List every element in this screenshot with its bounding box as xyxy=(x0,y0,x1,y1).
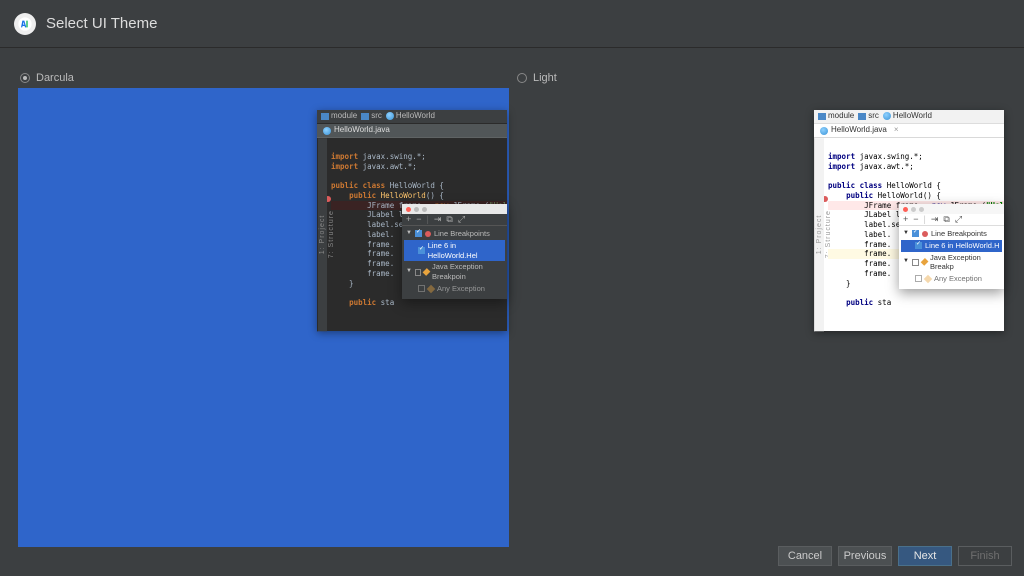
tool-window-tabs: 1: Project 7: Structure xyxy=(814,138,824,331)
editor-tab: HelloWorld.java× xyxy=(814,124,1004,138)
radio-darcula[interactable] xyxy=(20,73,30,83)
theme-option-light[interactable]: Light module src HelloWorld HelloWorld.j… xyxy=(517,72,1004,538)
popup-toolbar: + − | ⇥ ⧉ ⤢ xyxy=(899,214,1004,226)
editor-tab: HelloWorld.java xyxy=(317,124,507,138)
cancel-button[interactable]: Cancel xyxy=(778,546,832,566)
previous-button[interactable]: Previous xyxy=(838,546,892,566)
theme-label-light: Light xyxy=(533,72,557,84)
ide-thumbnail-dark: module src HelloWorld HelloWorld.java 1:… xyxy=(317,110,507,331)
breakpoints-popup-dark: + − | ⇥ ⧉ ⤢ ▼Line Breakpoints Line 6 in … xyxy=(402,204,507,299)
page-title: Select UI Theme xyxy=(46,15,157,32)
theme-label-darcula: Darcula xyxy=(36,72,74,84)
preview-darcula: module src HelloWorld HelloWorld.java 1:… xyxy=(20,90,507,545)
breadcrumb: module src HelloWorld xyxy=(814,110,1004,124)
ide-thumbnail-light: module src HelloWorld HelloWorld.java× 1… xyxy=(814,110,1004,331)
finish-button: Finish xyxy=(958,546,1012,566)
wizard-header: Select UI Theme xyxy=(0,0,1024,48)
preview-light: module src HelloWorld HelloWorld.java× 1… xyxy=(517,90,1004,545)
app-logo xyxy=(14,13,36,35)
next-button[interactable]: Next xyxy=(898,546,952,566)
wizard-footer: Cancel Previous Next Finish xyxy=(778,546,1012,566)
tool-window-tabs: 1: Project 7: Structure xyxy=(317,138,327,331)
breakpoints-popup-light: + − | ⇥ ⧉ ⤢ ▼Line Breakpoints Line 6 in … xyxy=(899,204,1004,289)
theme-option-darcula[interactable]: Darcula module src HelloWorld HelloWorld… xyxy=(20,72,507,538)
breadcrumb: module src HelloWorld xyxy=(317,110,507,124)
radio-light[interactable] xyxy=(517,73,527,83)
popup-toolbar: + − | ⇥ ⧉ ⤢ xyxy=(402,214,507,226)
